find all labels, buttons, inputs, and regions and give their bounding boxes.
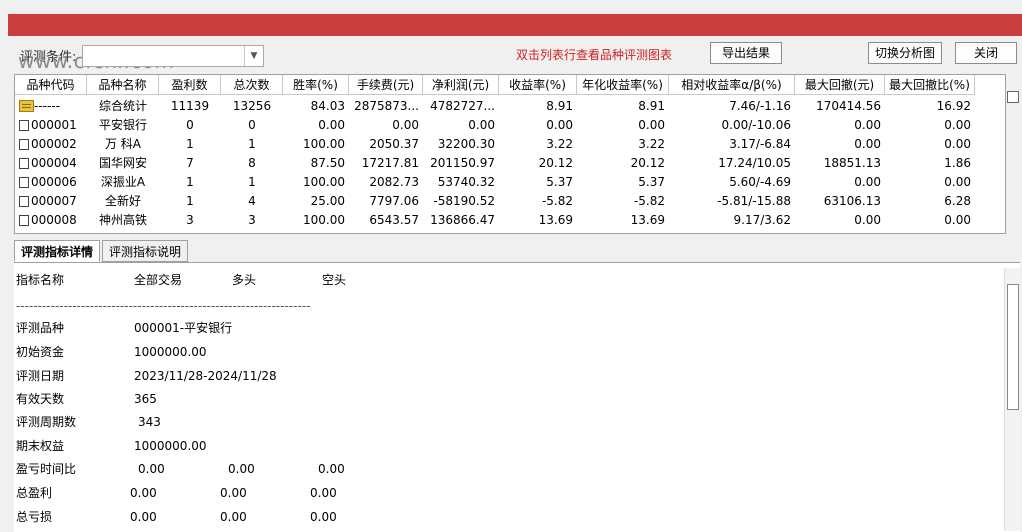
document-icon	[19, 177, 29, 188]
table-row[interactable]: ------ 综合统计 11139 13256 84.03 2875873...…	[15, 97, 975, 115]
metric-row: 总亏损 0.00 0.00 0.00	[16, 510, 337, 524]
metric-row: 盈亏时间比 0.00 0.00 0.00	[16, 462, 345, 476]
metric-row: 评测周期数 343	[16, 415, 161, 429]
col-header[interactable]: 品种名称	[87, 75, 159, 95]
document-icon	[19, 139, 29, 150]
document-icon	[19, 215, 29, 226]
col-header[interactable]: 手续费(元)	[349, 75, 423, 95]
col-header[interactable]: 净利润(元)	[423, 75, 499, 95]
col-header[interactable]: 胜率(%)	[283, 75, 349, 95]
table-header: 品种代码 品种名称 盈利数 总次数 胜率(%) 手续费(元) 净利润(元) 收益…	[15, 75, 975, 95]
metric-row: 期末权益 1000000.00	[16, 439, 207, 453]
metric-row: 总盈利 0.00 0.00 0.00	[16, 486, 337, 500]
results-table[interactable]: 品种代码 品种名称 盈利数 总次数 胜率(%) 手续费(元) 净利润(元) 收益…	[14, 74, 1006, 234]
col-header[interactable]: 最大回撤(元)	[795, 75, 885, 95]
document-icon	[19, 158, 29, 169]
table-row[interactable]: 000007 全新好 1 4 25.00 7797.06 -58190.52 -…	[15, 192, 975, 210]
window-title-bar	[8, 14, 1022, 36]
scrollbar-thumb[interactable]	[1007, 284, 1019, 410]
document-icon	[19, 120, 29, 131]
metric-row: 初始资金 1000000.00	[16, 345, 207, 359]
detail-scrollbar[interactable]	[1004, 268, 1021, 531]
metric-detail-panel: 指标名称 全部交易 多头 空头 ------------------------…	[14, 262, 1020, 532]
metric-row: 有效天数 365	[16, 392, 157, 406]
long-header: 多头	[232, 273, 257, 287]
col-header[interactable]: 收益率(%)	[499, 75, 577, 95]
table-row[interactable]: 000006 深振业A 1 1 100.00 2082.73 53740.32 …	[15, 173, 975, 191]
export-button[interactable]: 导出结果	[710, 42, 782, 64]
close-button[interactable]: 关闭	[955, 42, 1017, 64]
hint-text: 双击列表行查看品种评测图表	[516, 48, 673, 62]
document-icon	[19, 196, 29, 207]
table-row[interactable]: 000004 国华网安 7 8 87.50 17217.81 201150.97…	[15, 154, 975, 172]
table-row[interactable]: 000008 神州高铁 3 3 100.00 6543.57 136866.47…	[15, 211, 975, 229]
table-row[interactable]: 000002 万 科A 1 1 100.00 2050.37 32200.30 …	[15, 135, 975, 153]
switch-chart-button[interactable]: 切换分析图	[868, 42, 942, 64]
chevron-down-icon[interactable]: ▼	[244, 46, 263, 66]
col-header[interactable]: 相对收益率α/β(%)	[669, 75, 795, 95]
table-row[interactable]: 000001 平安银行 0 0 0.00 0.00 0.00 0.00 0.00…	[15, 116, 975, 134]
col-header[interactable]: 总次数	[221, 75, 283, 95]
detail-tabs: 评测指标详情 评测指标说明	[14, 240, 190, 262]
select-all-checkbox[interactable]	[1007, 91, 1019, 103]
col-header[interactable]: 年化收益率(%)	[577, 75, 669, 95]
col-header[interactable]: 最大回撤比(%)	[885, 75, 975, 95]
tab-metric-details[interactable]: 评测指标详情	[14, 240, 101, 262]
detail-header-row: 指标名称 全部交易 多头 空头	[14, 271, 1014, 289]
metric-row: 评测日期 2023/11/28-2024/11/28	[16, 369, 277, 383]
all-trades-header: 全部交易	[134, 273, 183, 287]
short-header: 空头	[322, 273, 347, 287]
metric-row: 评测品种 000001-平安银行	[16, 321, 233, 335]
col-header[interactable]: 品种代码	[15, 75, 87, 95]
folder-icon	[19, 100, 34, 112]
separator-line: ----------------------------------------…	[16, 299, 311, 313]
metric-name-header: 指标名称	[16, 273, 65, 287]
tab-metric-explanation[interactable]: 评测指标说明	[102, 240, 189, 262]
col-header[interactable]: 盈利数	[159, 75, 221, 95]
condition-select[interactable]: ▼	[82, 45, 264, 67]
